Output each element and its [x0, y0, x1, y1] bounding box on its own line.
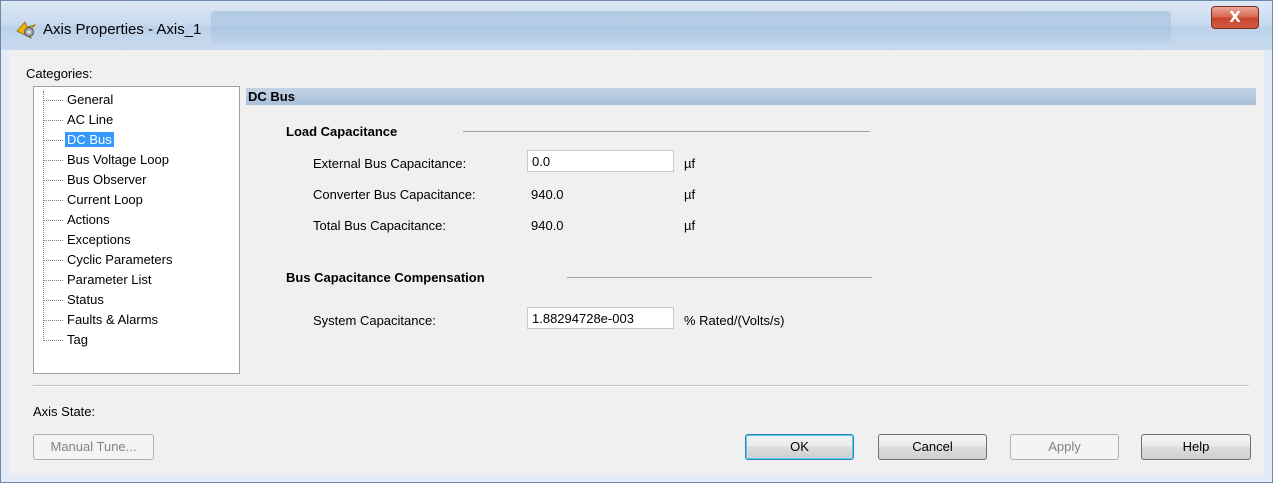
system-capacitance-unit: % Rated/(Volts/s) — [684, 313, 785, 328]
load-capacitance-title: Load Capacitance — [286, 124, 398, 139]
tree-item-cyclic-parameters[interactable]: Cyclic Parameters — [44, 251, 174, 269]
tree-item-ac-line[interactable]: AC Line — [44, 111, 115, 129]
external-bus-capacitance-unit: µf — [684, 156, 696, 171]
categories-label: Categories: — [26, 66, 93, 81]
tree-item-parameter-list[interactable]: Parameter List — [44, 271, 154, 289]
total-bus-capacitance-label: Total Bus Capacitance: — [313, 218, 446, 233]
axis-state-label: Axis State: — [33, 404, 96, 419]
help-button[interactable]: Help — [1141, 434, 1251, 460]
converter-bus-capacitance-value: 940.0 — [531, 187, 564, 202]
cancel-button[interactable]: Cancel — [878, 434, 987, 460]
manual-tune-button[interactable]: Manual Tune... — [33, 434, 154, 460]
title-bar[interactable]: Axis Properties - Axis_1 X — [1, 1, 1272, 50]
tree-item-bus-observer[interactable]: Bus Observer — [44, 171, 148, 189]
system-capacitance-label: System Capacitance: — [313, 313, 436, 328]
tree-item-tag[interactable]: Tag — [44, 331, 90, 349]
title-bar-glow — [211, 11, 1171, 43]
tree-item-current-loop[interactable]: Current Loop — [44, 191, 145, 209]
tree-item-actions[interactable]: Actions — [44, 211, 112, 229]
categories-tree[interactable]: General AC Line DC Bus Bus Voltage Loop … — [33, 86, 240, 374]
window-title: Axis Properties - Axis_1 — [43, 21, 202, 38]
external-bus-capacitance-input[interactable] — [527, 150, 674, 172]
footer-divider — [33, 385, 1249, 387]
close-button[interactable]: X — [1211, 6, 1259, 29]
system-capacitance-input[interactable] — [527, 307, 674, 329]
tree-item-status[interactable]: Status — [44, 291, 106, 309]
converter-bus-capacitance-label: Converter Bus Capacitance: — [313, 187, 476, 202]
total-bus-capacitance-value: 940.0 — [531, 218, 564, 233]
tree-item-general[interactable]: General — [44, 91, 115, 109]
bus-capacitance-compensation-title: Bus Capacitance Compensation — [286, 270, 485, 285]
load-capacitance-rule — [463, 131, 870, 132]
tree-item-exceptions[interactable]: Exceptions — [44, 231, 133, 249]
axis-properties-icon — [16, 21, 37, 39]
bus-capacitance-compensation-rule — [567, 277, 872, 278]
tree-item-bus-voltage-loop[interactable]: Bus Voltage Loop — [44, 151, 171, 169]
tree-item-faults-alarms[interactable]: Faults & Alarms — [44, 311, 160, 329]
converter-bus-capacitance-unit: µf — [684, 187, 696, 202]
external-bus-capacitance-label: External Bus Capacitance: — [313, 156, 467, 171]
section-header-dc-bus: DC Bus — [246, 88, 1256, 105]
apply-button[interactable]: Apply — [1010, 434, 1119, 460]
tree-item-dc-bus[interactable]: DC Bus — [44, 131, 114, 149]
total-bus-capacitance-unit: µf — [684, 218, 696, 233]
ok-button[interactable]: OK — [745, 434, 854, 460]
